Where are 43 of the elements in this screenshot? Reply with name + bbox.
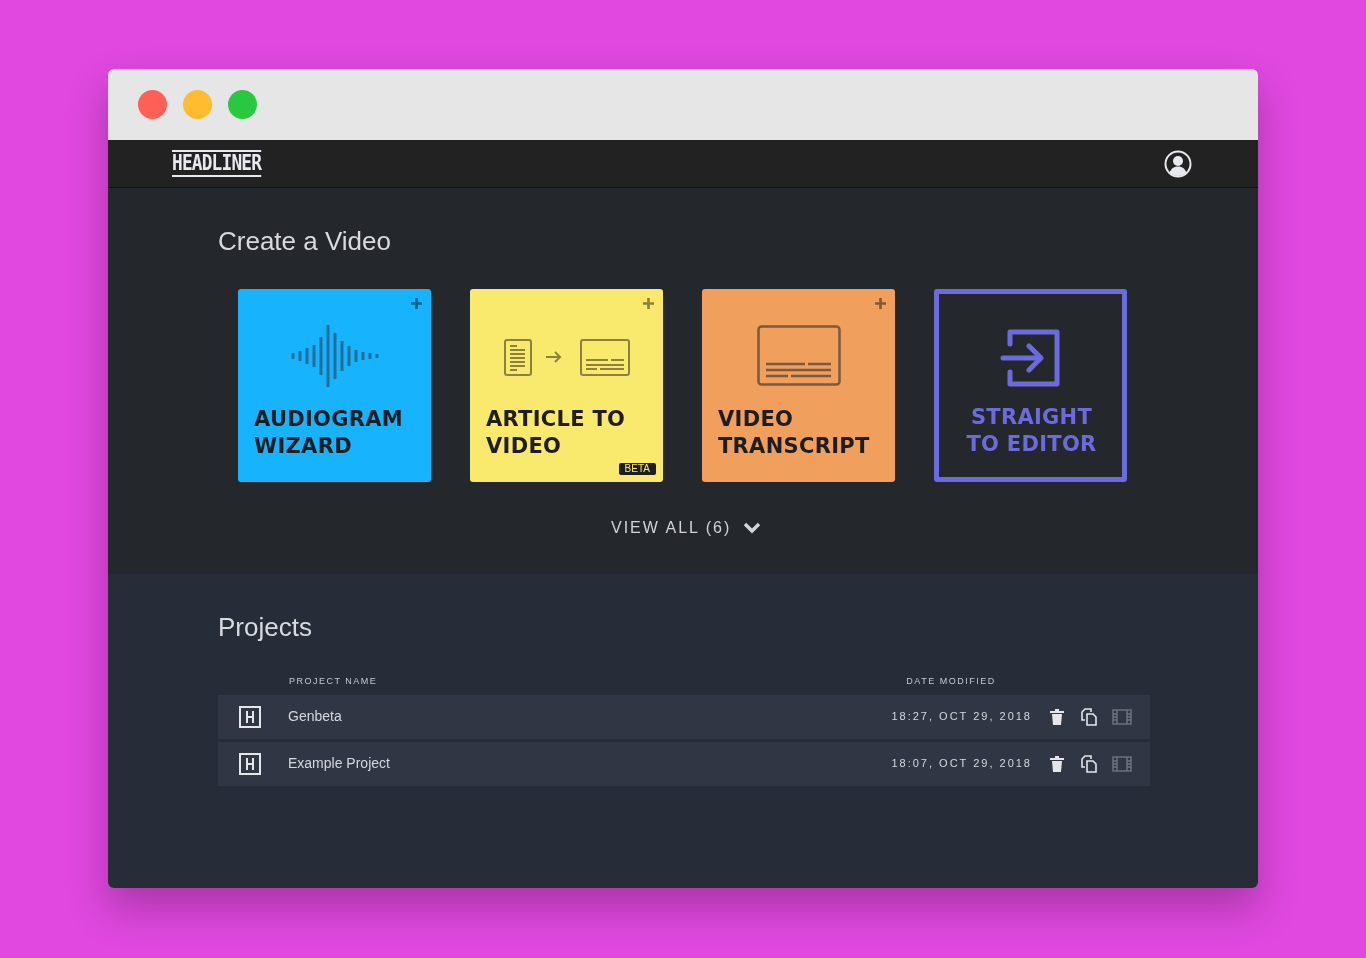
plus-icon[interactable] — [411, 298, 422, 310]
enter-icon — [999, 327, 1062, 390]
plus-icon[interactable] — [875, 298, 886, 310]
copy-icon[interactable] — [1080, 707, 1098, 726]
maximize-button[interactable] — [228, 90, 257, 119]
card-title: STRAIGHT — [970, 404, 1093, 432]
waveform-icon — [290, 325, 379, 388]
card-title: AUDIOGRAM — [254, 406, 404, 434]
card[interactable]: VIDEO TRANSCRIPT — [702, 289, 895, 483]
card-title: VIDEO — [718, 406, 795, 434]
card-title: ARTICLE TO — [486, 406, 627, 434]
close-button[interactable] — [138, 90, 167, 119]
beta-badge: BETA — [618, 463, 656, 476]
logo[interactable]: HEADLINER — [172, 150, 262, 177]
card[interactable]: ARTICLE TO VIDEO BETA — [470, 289, 663, 483]
project-name: Example Project — [288, 754, 390, 774]
film-icon[interactable] — [1112, 708, 1132, 725]
view-all-button[interactable]: VIEW ALL (6) — [611, 516, 762, 541]
card-title: WIZARD — [254, 433, 353, 461]
project-logo-icon — [239, 705, 261, 728]
card-title: TO EDITOR — [966, 431, 1097, 459]
chevron-down-icon — [743, 522, 762, 535]
transcript-screen-icon — [756, 325, 841, 388]
trash-icon[interactable] — [1050, 708, 1064, 725]
card[interactable]: AUDIOGRAM WIZARD — [238, 289, 431, 483]
project-row[interactable]: Genbeta 18:27, OCT 29, 2018 — [218, 694, 1150, 739]
project-name: Genbeta — [288, 707, 342, 727]
column-header: DATE MODIFIED — [906, 675, 996, 689]
card-title: VIDEO — [486, 433, 563, 461]
column-header: PROJECT NAME — [289, 675, 378, 689]
project-row[interactable]: Example Project 18:07, OCT 29, 2018 — [218, 741, 1150, 786]
plus-icon[interactable] — [643, 298, 654, 310]
film-icon[interactable] — [1112, 755, 1132, 772]
date-modified: 18:27, OCT 29, 2018 — [891, 709, 1032, 725]
user-account-icon[interactable] — [1164, 149, 1192, 178]
section-title: Projects — [218, 612, 313, 644]
copy-icon[interactable] — [1080, 754, 1098, 773]
project-logo-icon — [239, 752, 261, 775]
date-modified: 18:07, OCT 29, 2018 — [891, 756, 1032, 772]
section-title: Create a Video — [218, 226, 392, 258]
card-title: TRANSCRIPT — [718, 433, 871, 461]
trash-icon[interactable] — [1050, 755, 1064, 772]
article-to-video-icon — [503, 339, 630, 378]
